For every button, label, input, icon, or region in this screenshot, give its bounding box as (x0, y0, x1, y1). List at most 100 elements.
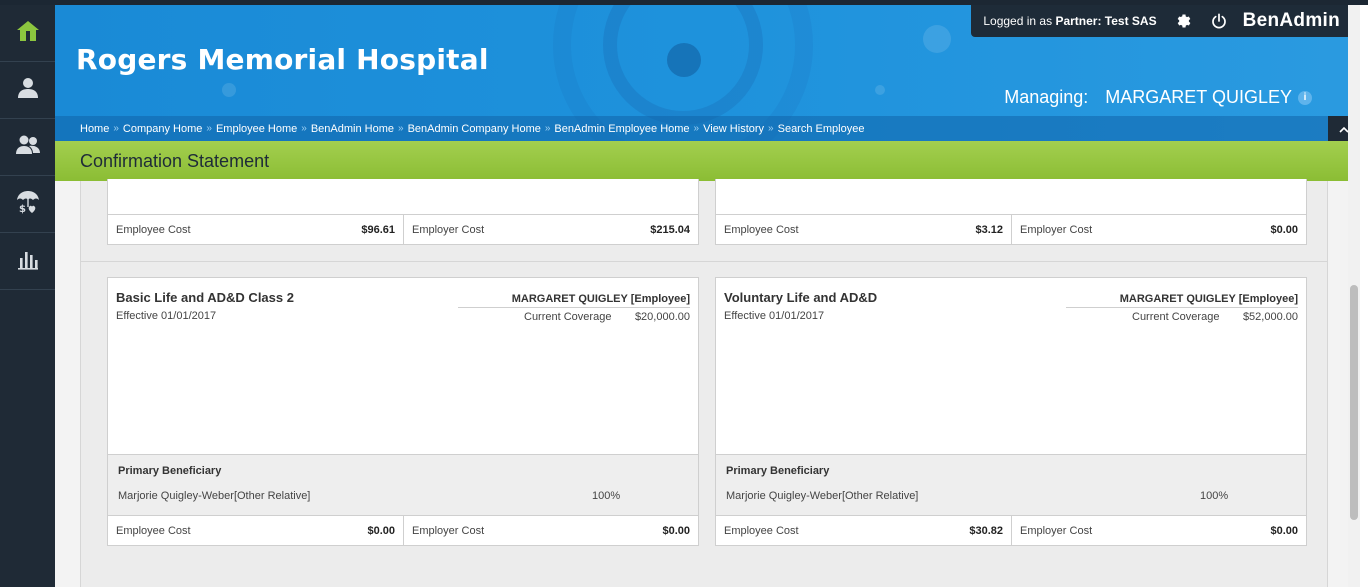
managing-name: MARGARET QUIGLEY (1105, 87, 1292, 107)
employer-cost-value: $215.04 (650, 223, 690, 236)
employer-cost-cell: Employer Cost $0.00 (1011, 215, 1306, 244)
employee-cost-label: Employee Cost (724, 223, 799, 236)
breadcrumb-separator: » (544, 123, 551, 134)
employee-cost-label: Employee Cost (724, 524, 799, 537)
employer-cost-cell: Employer Cost $0.00 (403, 516, 698, 545)
cost-row: Employee Cost $96.61 Employer Cost $215.04 (107, 214, 699, 245)
header-banner: Rogers Memorial Hospital Logged in as Pa… (55, 5, 1348, 141)
coverage-summary: MARGARET QUIGLEY [Employee] Current Cove… (458, 293, 690, 323)
breadcrumb-separator: » (206, 123, 212, 134)
employer-cost-value: $0.00 (1270, 524, 1298, 537)
cost-row: Employee Cost $3.12 Employer Cost $0.00 (715, 214, 1307, 245)
user-bar: Logged in as Partner: Test SAS BenAdmin (971, 5, 1348, 37)
scrollbar-thumb[interactable] (1350, 285, 1358, 520)
beneficiary-section: Primary Beneficiary Marjorie Quigley-Web… (107, 455, 699, 516)
benefits-umbrella-icon: $ (15, 189, 41, 220)
breadcrumb-link[interactable]: Employee Home (216, 123, 297, 135)
beneficiary-name: Marjorie Quigley-Weber[Other Relative] (726, 490, 919, 502)
right-gutter (1360, 5, 1368, 587)
upper-plans-panel: Employee Cost $96.61 Employer Cost $215.04… (80, 179, 1328, 261)
content-area: Employee Cost $96.61 Employer Cost $215.04… (55, 179, 1348, 587)
employee-cost-label: Employee Cost (116, 524, 191, 537)
employee-cost-value: $0.00 (367, 524, 395, 537)
sidebar-item-reports[interactable] (0, 233, 55, 290)
brand-name: BenAdmin (1242, 10, 1340, 31)
coverage-line: Current Coverage $20,000.00 (458, 311, 690, 323)
coverage-label: Current Coverage (524, 311, 612, 323)
employer-cost-label: Employer Cost (412, 223, 485, 236)
sidebar-item-employee[interactable] (0, 62, 55, 119)
employee-cost-cell: Employee Cost $30.82 (716, 516, 1011, 545)
employer-cost-label: Employer Cost (1020, 223, 1093, 236)
svg-text:$: $ (19, 204, 26, 215)
page-title-bar: Confirmation Statement (55, 141, 1348, 181)
beneficiary-heading: Primary Beneficiary (118, 465, 222, 477)
member-name: MARGARET QUIGLEY [Employee] (1066, 293, 1298, 308)
breadcrumb-link[interactable]: BenAdmin Employee Home (554, 123, 689, 135)
beneficiary-name: Marjorie Quigley-Weber[Other Relative] (118, 490, 311, 502)
employee-cost-cell: Employee Cost $0.00 (108, 516, 403, 545)
page-title: Confirmation Statement (80, 150, 270, 171)
decor-bubble (923, 25, 951, 53)
coverage-line: Current Coverage $52,000.00 (1066, 311, 1298, 323)
member-name: MARGARET QUIGLEY [Employee] (458, 293, 690, 308)
settings-gear-icon[interactable] (1175, 12, 1193, 30)
coverage-label: Current Coverage (1132, 311, 1220, 323)
breadcrumb: Home» Company Home» Employee Home» BenAdmin… (55, 116, 1348, 141)
managing-info: Managing: MARGARET QUIGLEY i (1004, 87, 1312, 108)
coverage-summary: MARGARET QUIGLEY [Employee] Current Cove… (1066, 293, 1298, 323)
employer-cost-label: Employer Cost (1020, 524, 1093, 537)
breadcrumb-link[interactable]: BenAdmin Home (311, 123, 394, 135)
plan-card-voluntary-life: Voluntary Life and AD&D Effective 01/01/… (715, 277, 1307, 455)
beneficiary-section: Primary Beneficiary Marjorie Quigley-Web… (715, 455, 1307, 516)
decor-bubble (875, 85, 885, 95)
managing-label: Managing: (1004, 87, 1089, 107)
breadcrumb-separator: » (768, 123, 774, 134)
employees-icon (15, 132, 41, 163)
logged-in-role: Partner: (1055, 14, 1102, 28)
cost-row: Employee Cost $30.82 Employer Cost $0.00 (715, 515, 1307, 546)
employee-cost-label: Employee Cost (116, 223, 191, 236)
plan-card-upper-left (107, 179, 699, 215)
sidebar-item-home[interactable] (0, 5, 55, 62)
logged-in-text: Logged in as Partner: Test SAS (983, 14, 1156, 28)
plan-effective-date: Effective 01/01/2017 (724, 310, 825, 322)
company-name: Rogers Memorial Hospital (76, 43, 489, 76)
lower-plans-panel: Basic Life and AD&D Class 2 Effective 01… (80, 261, 1328, 587)
employee-cost-cell: Employee Cost $96.61 (108, 215, 403, 244)
decor-bubble (667, 43, 701, 77)
info-icon[interactable]: i (1298, 90, 1312, 105)
employer-cost-cell: Employer Cost $0.00 (1011, 516, 1306, 545)
decor-bubble (222, 83, 236, 97)
logged-in-prefix: Logged in as (983, 14, 1053, 28)
breadcrumb-separator: » (113, 123, 119, 134)
breadcrumb-link[interactable]: BenAdmin Company Home (408, 123, 541, 135)
employee-icon (15, 75, 41, 106)
beneficiary-percent: 100% (592, 490, 621, 502)
employee-cost-value: $3.12 (975, 223, 1003, 236)
home-icon (15, 18, 41, 49)
breadcrumb-separator: » (693, 123, 700, 134)
breadcrumb-link[interactable]: Search Employee (778, 123, 865, 135)
power-logout-icon[interactable] (1211, 13, 1227, 29)
reports-chart-icon (15, 246, 41, 277)
breadcrumb-link[interactable]: Company Home (123, 123, 202, 135)
sidebar-item-benefits[interactable]: $ (0, 176, 55, 233)
breadcrumb-link[interactable]: Home (80, 123, 109, 135)
vertical-scrollbar[interactable] (1348, 5, 1360, 587)
coverage-value: $52,000.00 (1242, 311, 1298, 323)
breadcrumb-separator: » (301, 123, 307, 134)
employee-cost-cell: Employee Cost $3.12 (716, 215, 1011, 244)
coverage-value: $20,000.00 (634, 311, 690, 323)
logged-in-user: Test SAS (1104, 14, 1157, 28)
sidebar: $ (0, 5, 55, 587)
employer-cost-cell: Employer Cost $215.04 (403, 215, 698, 244)
plan-effective-date: Effective 01/01/2017 (116, 310, 217, 322)
employer-cost-value: $0.00 (1270, 223, 1298, 236)
breadcrumb-link[interactable]: View History (703, 123, 764, 135)
cost-row: Employee Cost $0.00 Employer Cost $0.00 (107, 515, 699, 546)
breadcrumb-separator: » (398, 123, 404, 134)
plan-card-basic-life: Basic Life and AD&D Class 2 Effective 01… (107, 277, 699, 455)
plan-title: Voluntary Life and AD&D (724, 290, 878, 305)
sidebar-item-employees[interactable] (0, 119, 55, 176)
